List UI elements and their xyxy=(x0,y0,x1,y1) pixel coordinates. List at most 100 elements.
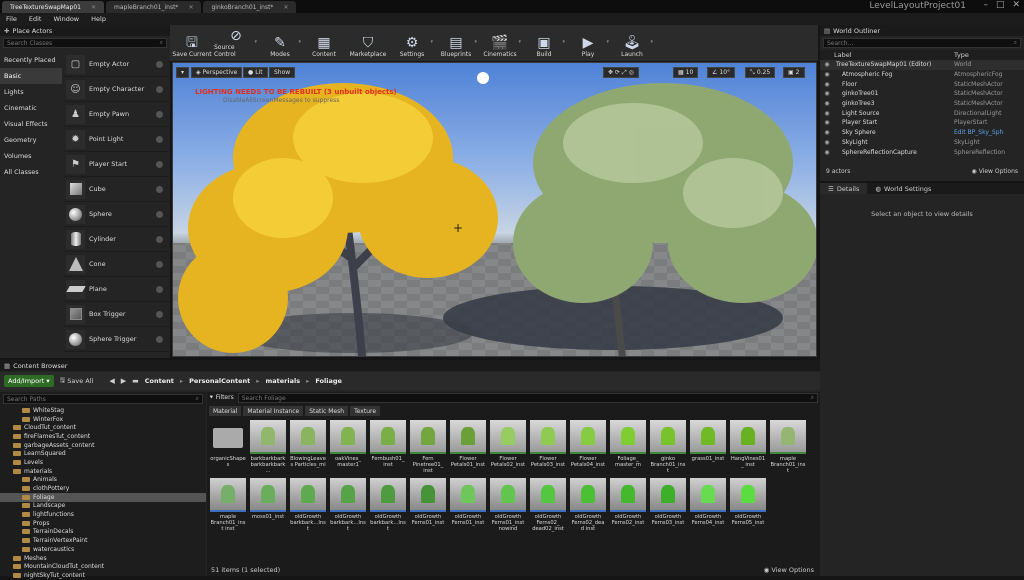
outliner-row-type[interactable]: Edit BP_Sky_Sph xyxy=(954,129,1014,136)
chevron-down-icon[interactable]: ▾ xyxy=(430,39,433,45)
filter-tab[interactable]: Material Instance xyxy=(243,406,304,416)
asset-tile[interactable]: BlowingLeaves Particles_mi xyxy=(290,420,326,474)
actor-item[interactable]: ☺ Empty Character xyxy=(63,77,169,102)
asset-tile[interactable]: oldGrowth Ferns05_inst xyxy=(730,478,766,532)
actor-item[interactable]: Cone xyxy=(63,252,169,277)
close-icon[interactable]: ✕ xyxy=(188,4,193,11)
col-type[interactable]: Type xyxy=(954,51,969,59)
asset-tile[interactable]: maple Branch01_inst xyxy=(770,420,806,474)
asset-tile[interactable]: oldGrowth Ferns01_inst nowind xyxy=(490,478,526,532)
asset-tile[interactable]: HangVines01_ inst xyxy=(730,420,766,474)
asset-tile[interactable]: oakVines_ master1 xyxy=(330,420,366,474)
category-item[interactable]: Recently Placed xyxy=(0,52,62,68)
actor-item[interactable]: ⚑ Player Start xyxy=(63,152,169,177)
folder-tree-item[interactable]: CloudTut_content xyxy=(0,423,206,432)
toolbar-save-button[interactable]: 🖫 Save Current xyxy=(170,25,214,61)
actor-item[interactable]: Box Trigger xyxy=(63,302,169,327)
search-foliage-input[interactable]: Search Foliage ⌕ xyxy=(237,393,818,403)
col-label[interactable]: Label xyxy=(834,51,954,59)
outliner-row[interactable]: ◉ TreeTextureSwapMap01 (Editor) World xyxy=(820,60,1024,70)
grid-snap-button[interactable]: ▦ 10 xyxy=(673,67,699,78)
category-item[interactable]: Basic xyxy=(0,68,62,84)
close-icon[interactable]: ✕ xyxy=(91,4,96,11)
visibility-eye-icon[interactable]: ◉ xyxy=(820,71,834,78)
outliner-row[interactable]: ◉ Player Start PlayerStart xyxy=(820,118,1024,128)
actor-item[interactable]: Cube xyxy=(63,177,169,202)
asset-tile[interactable]: Flower Petals01_inst xyxy=(450,420,486,474)
asset-tile[interactable]: maple Branch01_inst inst xyxy=(210,478,246,532)
maximize-icon[interactable]: □ xyxy=(996,0,1005,10)
add-import-button[interactable]: Add/Import ▾ xyxy=(4,375,54,387)
chevron-down-icon[interactable]: ▾ xyxy=(298,39,301,45)
asset-tile[interactable]: barkbarkbarkbarkbarkbark... xyxy=(250,420,286,474)
lit-button[interactable]: ● Lit xyxy=(243,67,268,78)
save-all-button[interactable]: 🖫 Save All xyxy=(60,376,94,387)
viewport-options-button[interactable]: ▾ xyxy=(176,67,190,78)
asset-tile[interactable]: oldGrowth barkbark...Inst xyxy=(370,478,406,532)
visibility-eye-icon[interactable]: ◉ xyxy=(820,81,834,88)
folder-tree-item[interactable]: Props xyxy=(0,519,206,528)
outliner-row[interactable]: ◉ Atmospheric Fog AtmosphericFog xyxy=(820,70,1024,80)
category-item[interactable]: Cinematic xyxy=(0,100,62,116)
back-icon[interactable]: ◀ xyxy=(109,377,114,385)
asset-tile[interactable]: Foliage_ master_m xyxy=(610,420,646,474)
visibility-eye-icon[interactable]: ◉ xyxy=(820,90,834,97)
outliner-row[interactable]: ◉ Sky Sphere Edit BP_Sky_Sph xyxy=(820,128,1024,138)
asset-tile[interactable]: Fernbush01_ inst xyxy=(370,420,406,474)
folder-tree-item[interactable]: WinterFox xyxy=(0,415,206,424)
toolbar-source-control-button[interactable]: ⊘ Source Control ▾ xyxy=(214,25,258,61)
folder-tree-item[interactable]: LearnSquared xyxy=(0,449,206,458)
outliner-row[interactable]: ◉ ginkoTree01 StaticMeshActor xyxy=(820,89,1024,99)
folder-tree-item[interactable]: watercaustics xyxy=(0,545,206,554)
asset-tile[interactable]: Flower Petals02_inst xyxy=(490,420,526,474)
folder-tree-item[interactable]: nightSkyTut_content xyxy=(0,571,206,580)
asset-tile[interactable]: oldGrowth Ferns03_inst xyxy=(650,478,686,532)
actor-item[interactable]: Cylinder xyxy=(63,227,169,252)
asset-tile[interactable]: grass01_inst xyxy=(690,420,726,474)
perspective-button[interactable]: ◈ Perspective xyxy=(191,67,243,78)
outliner-row[interactable]: ◉ Light Source DirectionalLight xyxy=(820,108,1024,118)
asset-tile[interactable]: oldGrowth Ferns01_inst xyxy=(450,478,486,532)
asset-tile[interactable]: Flower Petals03_inst xyxy=(530,420,566,474)
document-tab[interactable]: ginkoBranch01_inst* ✕ xyxy=(203,1,297,13)
actor-item[interactable]: ✹ Point Light xyxy=(63,127,169,152)
visibility-eye-icon[interactable]: ◉ xyxy=(820,139,834,146)
folder-tree-item[interactable]: garbageAssets_content xyxy=(0,441,206,450)
menu-file[interactable]: File xyxy=(6,15,17,23)
category-item[interactable]: Volumes xyxy=(0,148,62,164)
toolbar-settings-button[interactable]: ⚙ Settings ▾ xyxy=(390,25,434,61)
category-item[interactable]: Lights xyxy=(0,84,62,100)
menu-window[interactable]: Window xyxy=(53,15,79,23)
category-item[interactable]: All Classes xyxy=(0,164,62,180)
chevron-down-icon[interactable]: ▾ xyxy=(518,39,521,45)
toolbar-cinematics-button[interactable]: 🎬 Cinematics ▾ xyxy=(478,25,522,61)
filter-tab[interactable]: Static Mesh xyxy=(305,406,349,416)
breadcrumb-item[interactable]: Content xyxy=(145,377,174,385)
folder-tree-item[interactable]: Animals xyxy=(0,476,206,485)
toolbar-play-button[interactable]: ▶ Play ▾ xyxy=(566,25,610,61)
document-tab[interactable]: mapleBranch01_inst* ✕ xyxy=(106,1,202,13)
content-view-options[interactable]: ◉ View Options xyxy=(764,566,814,574)
outliner-search-input[interactable]: Search... ⌕ xyxy=(823,38,1021,48)
close-icon[interactable]: ✕ xyxy=(283,4,288,11)
folder-tree-item[interactable]: WhiteStag xyxy=(0,406,206,415)
visibility-eye-icon[interactable]: ◉ xyxy=(820,100,834,107)
rotation-snap-button[interactable]: ∠ 10° xyxy=(707,67,736,78)
toolbar-blueprints-button[interactable]: ▤ Blueprints ▾ xyxy=(434,25,478,61)
close-icon[interactable]: ✕ xyxy=(1012,0,1020,10)
folder-tree-item[interactable]: Landscape xyxy=(0,502,206,511)
show-button[interactable]: Show xyxy=(269,67,296,78)
outliner-view-options[interactable]: ◉ View Options xyxy=(972,168,1018,175)
tab-world-settings[interactable]: ◍ World Settings xyxy=(867,183,939,194)
toolbar-marketplace-button[interactable]: ⛉ Marketplace xyxy=(346,25,390,61)
chevron-down-icon[interactable]: ▾ xyxy=(562,39,565,45)
folder-tree-item[interactable]: TerrainVertexPaint xyxy=(0,536,206,545)
breadcrumb-item[interactable]: Foliage xyxy=(315,377,342,385)
visibility-eye-icon[interactable]: ◉ xyxy=(820,149,834,156)
forward-icon[interactable]: ▶ xyxy=(121,377,126,385)
actor-item[interactable]: Plane xyxy=(63,277,169,302)
asset-tile[interactable]: oldGrowth barkbark...Inst xyxy=(290,478,326,532)
level-viewport[interactable]: ▾ ◈ Perspective ● Lit Show ✥ ⟳ ⤢ ◎ ▦ 10 … xyxy=(172,62,817,357)
asset-tile[interactable]: Flower Petals04_inst xyxy=(570,420,606,474)
breadcrumb-item[interactable]: PersonalContent xyxy=(189,377,250,385)
